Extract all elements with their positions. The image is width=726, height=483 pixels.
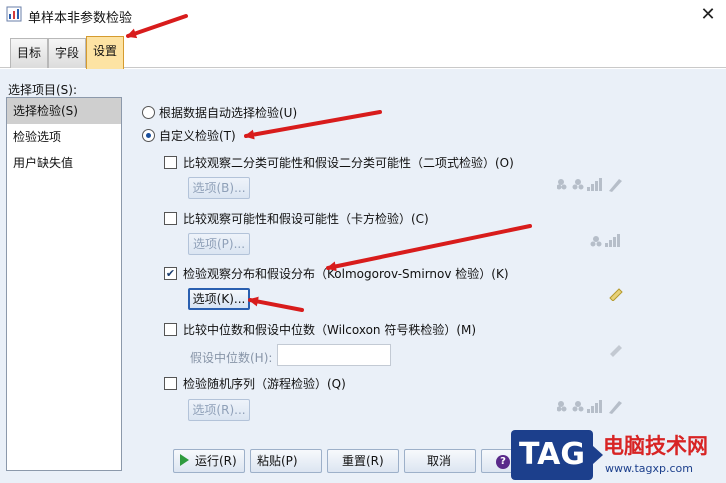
measurement-level-icon — [557, 400, 622, 414]
tab-fields[interactable]: 字段 — [48, 38, 87, 68]
tab-settings[interactable]: 设置 — [86, 36, 125, 69]
watermark-logo: TAG — [511, 430, 603, 480]
ruler-icon — [610, 345, 622, 357]
list-item-user-missing[interactable]: 用户缺失值 — [7, 150, 121, 176]
watermark-title: 电脑技术网 — [603, 434, 708, 458]
close-button[interactable]: ✕ — [696, 3, 720, 27]
measurement-level-icon — [557, 178, 622, 192]
checkmark-icon: ✔ — [165, 267, 176, 280]
binomial-options-button[interactable]: 选项(B)... — [188, 177, 250, 199]
watermark: TAG 电脑技术网 www.tagxp.com — [511, 426, 726, 483]
list-item-test-options[interactable]: 检验选项 — [7, 124, 121, 150]
paste-button[interactable]: 粘贴(P) — [250, 449, 322, 473]
binomial-checkbox[interactable] — [164, 156, 177, 169]
list-item-select-test[interactable]: 选择检验(S) — [7, 98, 121, 124]
ks-label: 检验观察分布和假设分布（Kolmogorov-Smirnov 检验）(K) — [183, 267, 509, 281]
hypothesized-median-label: 假设中位数(H): — [190, 351, 273, 365]
select-item-label: 选择项目(S): — [8, 83, 78, 97]
hypothesized-median-input[interactable] — [277, 344, 391, 366]
help-icon: ? — [496, 455, 510, 469]
ruler-icon — [609, 288, 623, 301]
custom-test-radio[interactable] — [142, 129, 155, 142]
run-icon — [180, 454, 189, 466]
ks-options-button[interactable]: 选项(K)... — [188, 288, 250, 310]
wilcoxon-checkbox[interactable] — [164, 323, 177, 336]
custom-test-label: 自定义检验(T) — [159, 129, 236, 143]
auto-select-label: 根据数据自动选择检验(U) — [159, 106, 298, 120]
chisquare-options-button[interactable]: 选项(P)... — [188, 233, 250, 255]
window-title: 单样本非参数检验 — [28, 11, 133, 26]
measurement-level-icon — [590, 234, 620, 247]
title-bar: 单样本非参数检验 ✕ — [0, 0, 726, 30]
chisquare-label: 比较观察可能性和假设可能性（卡方检验）(C) — [183, 212, 429, 226]
cancel-button[interactable]: 取消 — [404, 449, 476, 473]
tab-strip: 目标 字段 设置 — [0, 30, 726, 69]
reset-button[interactable]: 重置(R) — [327, 449, 399, 473]
watermark-url: www.tagxp.com — [605, 462, 693, 475]
auto-select-radio[interactable] — [142, 106, 155, 119]
binomial-label: 比较观察二分类可能性和假设二分类可能性（二项式检验）(O) — [183, 156, 514, 170]
runs-label: 检验随机序列（游程检验）(Q) — [183, 377, 346, 391]
wilcoxon-label: 比较中位数和假设中位数（Wilcoxon 符号秩检验）(M) — [183, 323, 477, 337]
close-icon: ✕ — [700, 4, 716, 25]
dialog-body: 选择项目(S): 选择检验(S) 检验选项 用户缺失值 根据数据自动选择检验(U… — [0, 69, 726, 483]
run-button-label: 运行(R) — [195, 454, 237, 468]
app-icon — [6, 6, 22, 22]
chisquare-checkbox[interactable] — [164, 212, 177, 225]
tab-target[interactable]: 目标 — [10, 38, 49, 68]
select-item-list[interactable]: 选择检验(S) 检验选项 用户缺失值 — [6, 97, 122, 471]
ks-checkbox[interactable]: ✔ — [164, 267, 177, 280]
run-button[interactable]: 运行(R) — [173, 449, 245, 473]
runs-checkbox[interactable] — [164, 377, 177, 390]
runs-options-button[interactable]: 选项(R)... — [188, 399, 250, 421]
